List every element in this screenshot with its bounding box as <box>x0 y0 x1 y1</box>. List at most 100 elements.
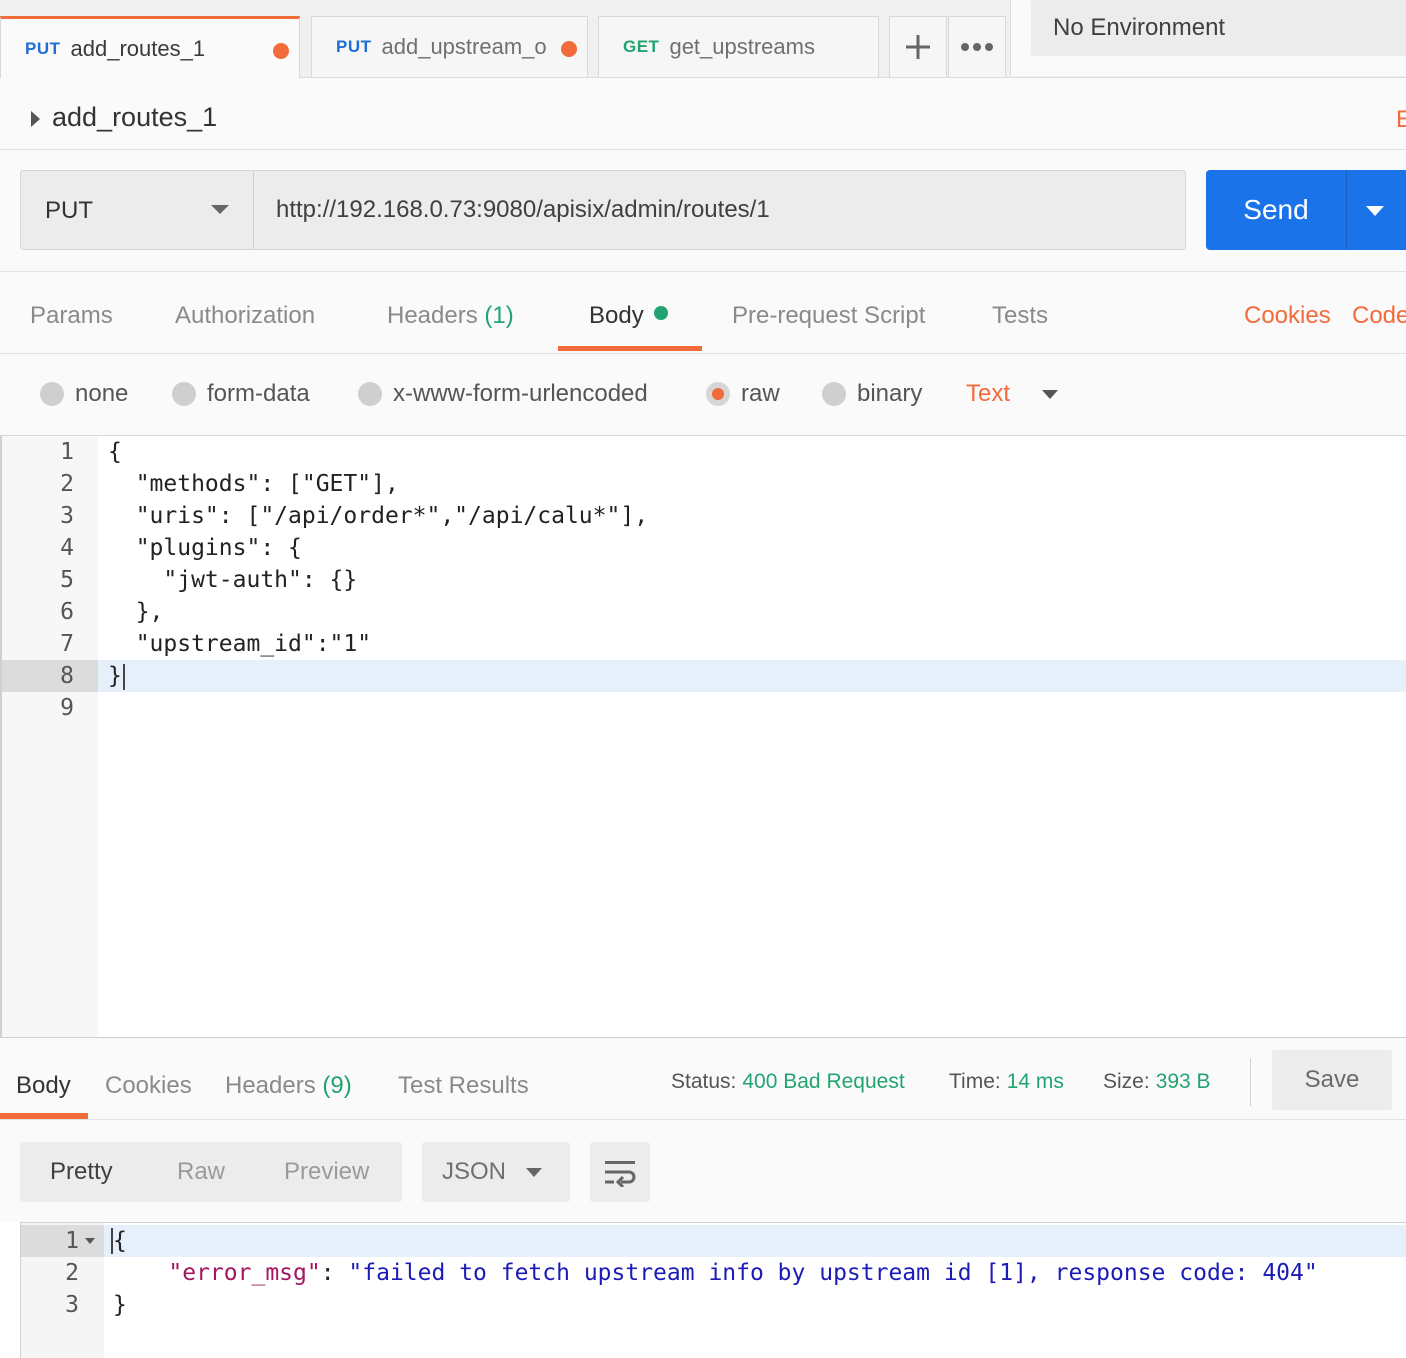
url-input[interactable]: http://192.168.0.73:9080/apisix/admin/ro… <box>253 170 1186 250</box>
code-line: { <box>108 439 122 465</box>
line-number: 3 <box>60 503 74 529</box>
tab-method-label: PUT <box>25 38 61 58</box>
status-label: Status: <box>671 1070 737 1093</box>
text-cursor <box>123 664 125 690</box>
chevron-down-icon <box>211 205 229 214</box>
size-meta: Size: 393 B <box>1103 1070 1211 1094</box>
response-tab-cookies[interactable]: Cookies <box>105 1072 192 1100</box>
code-line: } <box>113 1292 127 1318</box>
chevron-down-icon <box>526 1168 542 1177</box>
json-key: "error_msg" <box>168 1260 321 1286</box>
wrap-lines-icon <box>605 1161 636 1187</box>
response-tab-body[interactable]: Body <box>16 1072 71 1100</box>
time-value[interactable]: 14 ms <box>1007 1070 1064 1093</box>
raw-type-select[interactable]: Text <box>966 380 1010 408</box>
time-label: Time: <box>949 1070 1001 1093</box>
code-line: "upstream_id":"1" <box>108 631 372 657</box>
divider <box>1250 1058 1251 1106</box>
tab-headers-label: Headers <box>387 302 478 329</box>
headers-count-badge: (1) <box>484 302 514 329</box>
line-number: 2 <box>65 1260 79 1286</box>
format-select[interactable]: JSON <box>422 1142 570 1202</box>
send-button[interactable]: Send <box>1206 170 1346 250</box>
unsaved-dot-icon <box>273 43 289 59</box>
cookies-link[interactable]: Cookies <box>1244 302 1331 330</box>
line-number: 5 <box>60 567 74 593</box>
tab-params[interactable]: Params <box>30 302 113 330</box>
tab-add-upstream[interactable]: PUT add_upstream_o <box>311 16 588 77</box>
body-mode-urlencoded[interactable]: x-www-form-urlencoded <box>358 380 648 408</box>
code-line: { <box>113 1228 127 1254</box>
body-mode-binary[interactable]: binary <box>822 380 922 408</box>
view-preview-button[interactable]: Preview <box>284 1158 369 1186</box>
body-mode-raw[interactable]: raw <box>706 380 780 408</box>
tab-label: get_upstreams <box>669 34 815 59</box>
request-title[interactable]: add_routes_1 <box>52 102 217 133</box>
response-body-viewer[interactable]: 1 2 3 { "error_msg": "failed to fetch up… <box>20 1222 1406 1358</box>
active-line-highlight <box>104 1225 1406 1257</box>
active-response-tab-indicator <box>0 1113 88 1119</box>
new-tab-button[interactable] <box>889 16 947 77</box>
response-tab-test-results[interactable]: Test Results <box>398 1072 529 1100</box>
request-tab-strip: PUT add_routes_1 PUT add_upstream_o GET … <box>0 0 1406 78</box>
line-number: 7 <box>60 631 74 657</box>
radio-label: binary <box>857 380 923 407</box>
body-mode-form-data[interactable]: form-data <box>172 380 310 408</box>
body-modified-dot-icon <box>653 306 668 320</box>
ellipsis-icon <box>961 43 993 51</box>
body-mode-selector: none form-data x-www-form-urlencoded raw… <box>0 354 1406 436</box>
environment-select[interactable]: No Environment <box>1031 0 1406 56</box>
json-colon: : <box>320 1260 349 1286</box>
tab-tests[interactable]: Tests <box>992 302 1048 330</box>
tab-body-label: Body <box>589 302 644 329</box>
url-bar: PUT http://192.168.0.73:9080/apisix/admi… <box>0 150 1406 272</box>
save-response-button[interactable]: Save <box>1272 1050 1392 1110</box>
view-pretty-button[interactable]: Pretty <box>50 1158 113 1186</box>
wrap-lines-button[interactable] <box>590 1142 650 1202</box>
status-meta: Status: 400 Bad Request <box>671 1070 905 1094</box>
status-value[interactable]: 400 Bad Request <box>742 1070 904 1093</box>
radio-checked-icon <box>706 382 730 406</box>
more-tabs-button[interactable] <box>948 16 1006 77</box>
size-value[interactable]: 393 B <box>1156 1070 1211 1093</box>
tab-headers[interactable]: Headers (1) <box>387 302 514 330</box>
code-line: "methods": ["GET"], <box>108 471 399 497</box>
tab-add-routes-1[interactable]: PUT add_routes_1 <box>0 16 300 78</box>
response-tab-headers[interactable]: Headers (9) <box>225 1072 352 1100</box>
request-body-editor[interactable]: 1 2 3 4 5 6 7 8 9 { "methods": ["GET"], … <box>0 435 1406 1038</box>
line-number: 1 <box>65 1228 79 1254</box>
line-number: 4 <box>60 535 74 561</box>
tab-get-upstreams[interactable]: GET get_upstreams <box>598 16 879 77</box>
code-line: "uris": ["/api/order*","/api/calu*"], <box>108 503 649 529</box>
expand-caret-icon[interactable] <box>31 111 40 127</box>
response-tab-headers-label: Headers <box>225 1072 316 1099</box>
examples-link[interactable]: E <box>1396 106 1406 134</box>
body-mode-none[interactable]: none <box>40 380 128 408</box>
line-number: 6 <box>60 599 74 625</box>
tab-body[interactable]: Body <box>589 302 668 330</box>
radio-label: none <box>75 380 129 407</box>
radio-label: form-data <box>207 380 310 407</box>
send-options-button[interactable] <box>1346 170 1406 250</box>
chevron-down-icon[interactable] <box>1042 390 1058 399</box>
tab-pre-request-script[interactable]: Pre-request Script <box>732 302 925 330</box>
unsaved-dot-icon <box>561 41 577 57</box>
code-line: }, <box>108 599 164 625</box>
json-string-value: "failed to fetch upstream info by upstre… <box>348 1260 1318 1286</box>
line-number: 2 <box>60 471 74 497</box>
format-select-value: JSON <box>442 1158 507 1185</box>
view-raw-button[interactable]: Raw <box>177 1158 225 1186</box>
code-line: "error_msg": "failed to fetch upstream i… <box>113 1257 1318 1289</box>
time-meta: Time: 14 ms <box>949 1070 1064 1094</box>
tab-authorization[interactable]: Authorization <box>175 302 315 330</box>
response-toolbar: Pretty Raw Preview JSON <box>0 1120 1406 1222</box>
radio-icon <box>172 382 196 406</box>
tab-label: add_upstream_o <box>381 34 547 59</box>
chevron-down-icon <box>1366 206 1384 216</box>
tab-method-label: GET <box>623 37 660 56</box>
fold-caret-icon[interactable] <box>85 1238 95 1244</box>
line-number: 3 <box>65 1292 79 1318</box>
code-link[interactable]: Code <box>1352 302 1406 330</box>
line-number: 1 <box>60 439 74 465</box>
plus-icon <box>906 35 930 59</box>
